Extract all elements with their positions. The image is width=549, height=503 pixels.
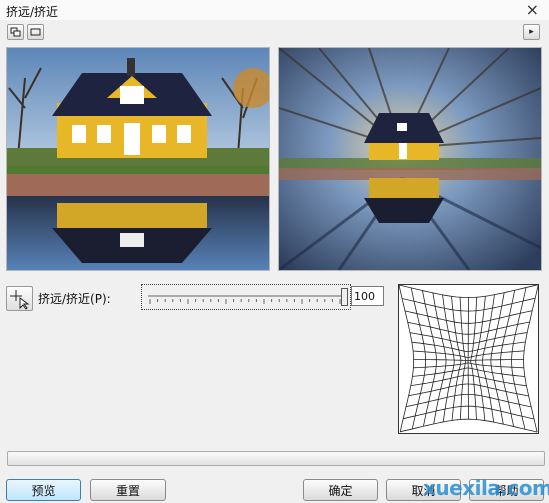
result-preview [278,47,542,271]
preview-button[interactable]: 预览 [6,479,81,501]
reset-button[interactable]: 重置 [90,479,166,501]
play-arrow-icon[interactable]: ▸ [523,24,540,40]
crosshair-cursor-icon [10,290,30,310]
close-icon[interactable]: × [526,0,539,19]
dual-preview-icon[interactable] [7,24,24,40]
cursor-pick-button[interactable] [6,286,33,311]
progress-bar [7,451,545,466]
zoom-amount-label: 挤远/挤近(P): [38,292,111,306]
window-title: 挤远/挤近 [6,5,59,19]
slider-ticks [149,299,341,304]
distortion-grid-preview [398,284,539,434]
help-button[interactable]: 帮助 [469,479,544,501]
original-preview [6,47,270,271]
zoom-amount-slider[interactable] [141,284,351,310]
title-bar: 挤远/挤近 × [0,0,549,20]
zoom-amount-input[interactable]: 100 [351,286,384,306]
ok-button[interactable]: 确定 [303,479,378,501]
cancel-button[interactable]: 取消 [386,479,461,501]
single-preview-icon[interactable] [27,24,44,40]
slider-thumb[interactable] [341,288,348,306]
